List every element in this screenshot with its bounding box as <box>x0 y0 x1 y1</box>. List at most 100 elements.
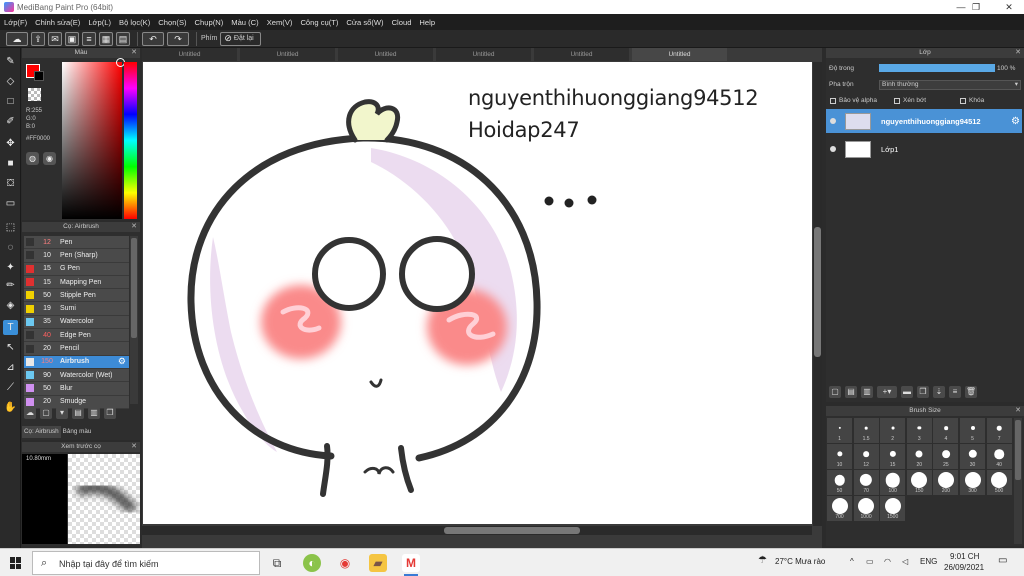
color-picker-icon[interactable]: ◉ <box>43 152 56 165</box>
brush-item[interactable]: 10 Pen (Sharp) <box>24 249 129 263</box>
brush-size-cell[interactable]: 200 <box>933 470 959 495</box>
clipping-checkbox[interactable]: Xén bớt <box>894 97 926 104</box>
list-icon[interactable]: ≡ <box>82 31 96 46</box>
tab-palette[interactable]: Bảng màu <box>61 426 94 438</box>
menu-filter[interactable]: Bộ lọc(K) <box>119 18 150 27</box>
doc-tab-active[interactable]: Untitled <box>632 48 727 61</box>
panel-icon[interactable]: ▤ <box>116 31 130 46</box>
brush-item[interactable]: 50 Blur <box>24 382 129 396</box>
save-icon[interactable]: ▣ <box>65 31 79 46</box>
text-tool-icon[interactable]: T <box>3 320 18 335</box>
blend-mode-select[interactable]: Bình thường ▾ <box>879 80 1021 90</box>
menu-help[interactable]: Help <box>419 18 435 27</box>
maximize-button[interactable]: ❐ <box>961 0 991 14</box>
redo-icon[interactable]: ↷ <box>167 31 189 46</box>
scrollbar-thumb[interactable] <box>131 238 137 338</box>
new-layer-icon[interactable]: ▢ <box>829 386 841 398</box>
doc-tab[interactable]: Untitled <box>240 48 335 61</box>
operation-tool-icon[interactable]: ↖ <box>3 340 18 355</box>
brush-size-cell[interactable]: 70 <box>853 470 879 495</box>
taskbar-search[interactable]: ⌕ Nhập tại đây để tìm kiếm <box>32 551 260 575</box>
brush-item[interactable]: 90 Watercolor (Wet) <box>24 368 129 383</box>
close-button[interactable]: ✕ <box>994 0 1024 14</box>
chevron-up-icon[interactable]: ^ <box>850 557 854 566</box>
menu-window[interactable]: Cửa sổ(W) <box>346 18 383 27</box>
drawing-canvas[interactable]: nguyenthihuonggiang94512 Hoidap247 <box>143 62 812 524</box>
dot-tool-icon[interactable]: □ <box>3 94 18 109</box>
pen-tool-icon[interactable]: ✐ <box>3 114 18 129</box>
brush-item[interactable]: 20 Pencil <box>24 342 129 356</box>
fill-rect-tool-icon[interactable]: ■ <box>3 156 18 171</box>
brush-size-cell[interactable]: 300 <box>960 470 985 495</box>
brush-size-cell[interactable]: 100 <box>880 470 906 495</box>
medibang-icon[interactable]: M <box>402 554 420 576</box>
eyedropper-tool-icon[interactable]: ⟋ <box>3 380 18 395</box>
brush-size-cell[interactable]: 7 <box>986 418 1012 443</box>
windows-start-icon[interactable] <box>10 557 22 569</box>
comment-icon[interactable]: ✉ <box>48 31 62 46</box>
new-1bit-layer-icon[interactable]: ▥ <box>861 386 873 398</box>
folder-icon[interactable]: ▬ <box>901 386 913 398</box>
brush-tool-icon[interactable]: ✎ <box>3 54 18 69</box>
brush-size-cell[interactable]: 12 <box>853 444 879 469</box>
select-tool-icon[interactable]: ⬚ <box>3 220 18 235</box>
doc-tab[interactable]: Untitled <box>436 48 531 61</box>
menu-layer[interactable]: Lớp(L) <box>88 18 111 27</box>
hue-slider[interactable] <box>124 62 137 219</box>
menu-snap[interactable]: Chụp(N) <box>195 18 224 27</box>
brush-size-cell[interactable]: 40 <box>986 444 1012 469</box>
menu-file[interactable]: Lớp(F) <box>4 18 27 27</box>
brush-item[interactable]: 50 Stipple Pen <box>24 289 129 303</box>
protect-alpha-checkbox[interactable]: Bảo vệ alpha <box>830 97 877 104</box>
doc-tab[interactable]: Untitled <box>534 48 629 61</box>
weather-icon[interactable]: ☂ <box>758 555 767 566</box>
layer-row-drawing[interactable]: Lớp1 <box>826 137 1022 161</box>
brush-size-cell[interactable]: 15 <box>880 444 906 469</box>
file-explorer-icon[interactable]: ▰ <box>369 554 387 572</box>
hand-tool-icon[interactable]: ✋ <box>3 400 18 415</box>
panel-close-icon[interactable]: ✕ <box>131 48 137 58</box>
clock-date[interactable]: 26/09/2021 <box>944 563 984 572</box>
eraser-tool-icon[interactable]: ◇ <box>3 74 18 89</box>
duplicate-layer-icon[interactable]: ❐ <box>917 386 929 398</box>
transparent-color-swatch[interactable] <box>28 88 41 101</box>
palette-icon[interactable]: ◍ <box>26 152 39 165</box>
brush-size-cell[interactable]: 3 <box>906 418 932 443</box>
menu-color[interactable]: Màu (C) <box>231 18 258 27</box>
grid-icon[interactable]: ▦ <box>99 31 113 46</box>
brush-item[interactable]: 15 G Pen <box>24 262 129 276</box>
visibility-eye-icon[interactable] <box>830 118 836 124</box>
brush-cloud-icon[interactable]: ☁ <box>24 407 36 419</box>
menu-edit[interactable]: Chỉnh sửa(E) <box>35 18 80 27</box>
move-tool-icon[interactable]: ✥ <box>3 136 18 151</box>
notification-icon[interactable]: ▭ <box>998 555 1007 566</box>
tab-brush[interactable]: Cọ: Airbrush <box>22 426 61 438</box>
brush-size-cell[interactable]: 1 <box>827 418 852 443</box>
panel-close-icon[interactable]: ✕ <box>131 442 137 452</box>
layer-settings-icon[interactable]: ≡ <box>949 386 961 398</box>
panel-close-icon[interactable]: ✕ <box>1015 48 1021 58</box>
lock-checkbox[interactable]: Khóa <box>960 97 984 104</box>
merge-layer-icon[interactable]: ⇣ <box>933 386 945 398</box>
brush-add-icon[interactable]: ▢ <box>40 407 52 419</box>
task-view-icon[interactable]: ⧉ <box>268 554 286 572</box>
menu-select[interactable]: Chọn(S) <box>158 18 186 27</box>
brush-size-cell[interactable]: 20 <box>906 444 932 469</box>
doc-tab[interactable]: Untitled <box>338 48 433 61</box>
layer-row-text[interactable]: nguyenthihuonggiang94512 ⚙ <box>826 109 1022 133</box>
brush-item[interactable]: 12 Pen <box>24 236 129 250</box>
brush-item[interactable]: 150 Airbrush ⚙ <box>24 355 129 369</box>
brush-size-cell[interactable]: 10 <box>827 444 852 469</box>
brush-size-cell[interactable]: 30 <box>960 444 985 469</box>
bucket-tool-icon[interactable]: ⛋ <box>3 176 18 191</box>
volume-icon[interactable]: ◁ <box>902 557 908 566</box>
add-layer-menu-icon[interactable]: +▾ <box>877 386 897 398</box>
brush-size-cell[interactable]: 2 <box>880 418 906 443</box>
brush-size-cell[interactable]: 1000 <box>853 496 879 521</box>
brush-size-cell[interactable]: 1500 <box>880 496 906 521</box>
new-halftone-layer-icon[interactable]: ▤ <box>845 386 857 398</box>
scrollbar-thumb[interactable] <box>1015 420 1021 480</box>
brush-item[interactable]: 19 Sumi <box>24 302 129 316</box>
panel-close-icon[interactable]: ✕ <box>131 222 137 232</box>
magic-wand-tool-icon[interactable]: ✦ <box>3 260 18 275</box>
